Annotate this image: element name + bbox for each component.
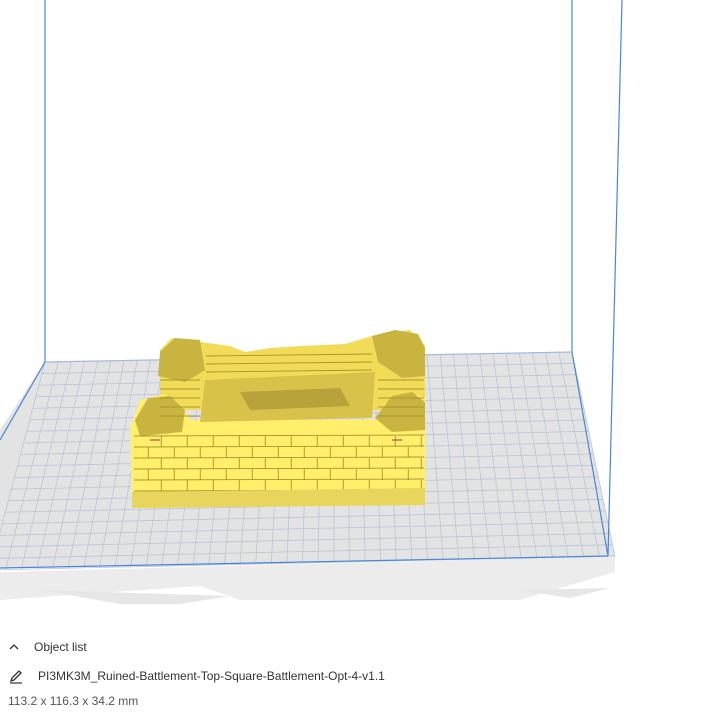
model-ruined-battlement[interactable] bbox=[130, 330, 425, 508]
object-dimensions: 113.2 x 116.3 x 34.2 mm bbox=[8, 694, 139, 708]
object-list-toggle[interactable]: Object list bbox=[8, 638, 87, 656]
object-panel: Object list PI3MK3M_Ruined-Battlement-To… bbox=[0, 630, 722, 713]
3d-viewport[interactable] bbox=[0, 0, 722, 630]
object-name: PI3MK3M_Ruined-Battlement-Top-Square-Bat… bbox=[38, 669, 385, 683]
object-name-row[interactable]: PI3MK3M_Ruined-Battlement-Top-Square-Bat… bbox=[8, 666, 385, 686]
pencil-icon[interactable] bbox=[8, 668, 24, 684]
object-list-label: Object list bbox=[34, 640, 87, 654]
chevron-up-icon bbox=[9, 644, 19, 650]
